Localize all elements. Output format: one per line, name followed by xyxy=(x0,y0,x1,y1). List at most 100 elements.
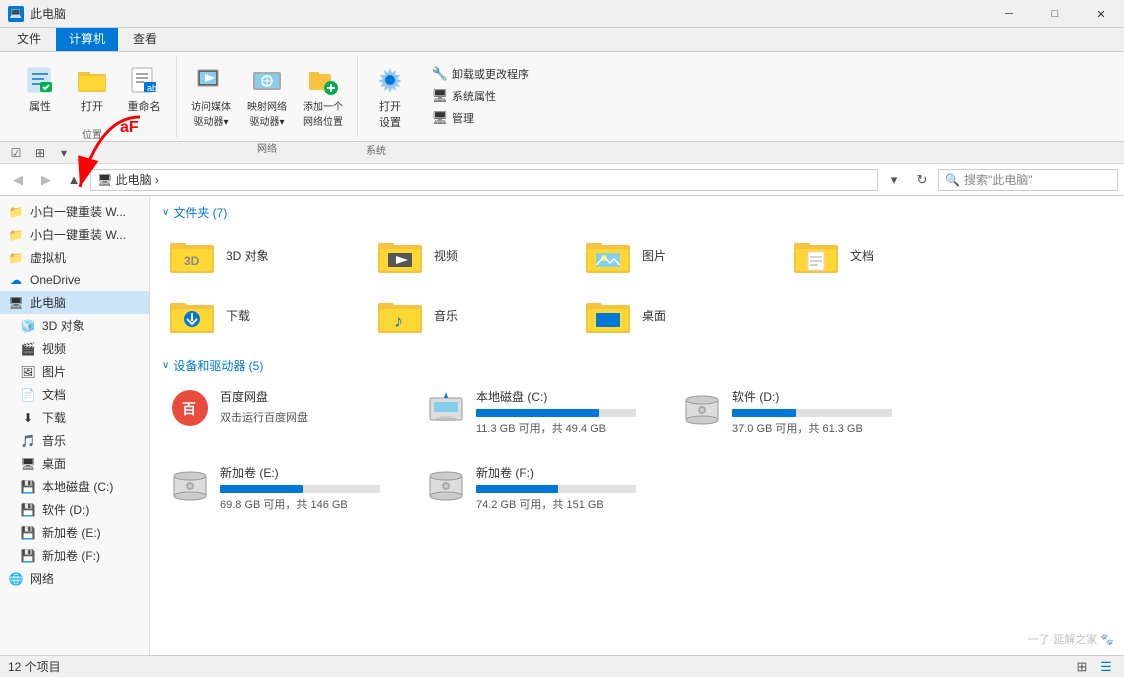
nav-refresh-button[interactable]: ↻ xyxy=(910,168,934,192)
status-view-controls: ⊞ ☰ xyxy=(1072,657,1116,677)
media-icon xyxy=(195,64,227,96)
sidebar-item-doc[interactable]: 📄 文档 xyxy=(0,383,149,406)
folder-item-desktop[interactable]: 桌面 xyxy=(578,289,778,341)
sidebar-label-cdrive: 本地磁盘 (C:) xyxy=(42,478,113,495)
folder-label-video: 视频 xyxy=(434,247,458,264)
sidebar-item-music[interactable]: 🎵 音乐 xyxy=(0,429,149,452)
sidebar-label-fdrive: 新加卷 (F:) xyxy=(42,547,100,564)
ribbon-btn-rename[interactable]: ab 重命名 xyxy=(120,60,168,118)
ribbon-btn-sysinfo[interactable]: 🖥 系统属性 xyxy=(426,86,535,106)
drive-grid: 百 百度网盘 双击运行百度网盘 xyxy=(162,382,1112,518)
add-network-icon xyxy=(307,64,339,96)
qa-checkmark[interactable]: ☑ xyxy=(6,143,26,163)
folder-item-music[interactable]: ♪ 音乐 xyxy=(370,289,570,341)
ribbon: 属性 打开 xyxy=(0,52,1124,142)
sidebar-icon-3d: 🧊 xyxy=(20,318,36,334)
drive-item-d[interactable]: 软件 (D:) 37.0 GB 可用，共 61.3 GB xyxy=(674,382,914,442)
sidebar-item-cdrive[interactable]: 💾 本地磁盘 (C:) xyxy=(0,475,149,498)
tab-file[interactable]: 文件 xyxy=(4,25,54,51)
search-box[interactable]: 🔍 搜索"此电脑" xyxy=(938,169,1118,191)
folder-label-music: 音乐 xyxy=(434,307,458,324)
ribbon-btn-media[interactable]: 访问媒体驱动器▾ xyxy=(185,60,237,132)
folder-icon-desktop xyxy=(586,295,634,335)
ribbon-group-position: 属性 打开 xyxy=(8,56,177,137)
status-item-count: 12 个项目 xyxy=(8,658,61,675)
drive-item-f[interactable]: 新加卷 (F:) 74.2 GB 可用，共 151 GB xyxy=(418,458,658,518)
sidebar-label-ddrive: 软件 (D:) xyxy=(42,501,89,518)
sidebar-item-desktop[interactable]: 🖥 桌面 xyxy=(0,452,149,475)
sidebar-item-video[interactable]: 🎬 视频 xyxy=(0,337,149,360)
sidebar-item-0[interactable]: 📁 小白一键重装 W... xyxy=(0,200,149,223)
close-button[interactable]: ✕ xyxy=(1078,0,1124,28)
drive-sublabel-baidu: 双击运行百度网盘 xyxy=(220,409,394,425)
sidebar-label-download: 下载 xyxy=(42,409,66,426)
ribbon-btn-manage[interactable]: 🖥 管理 xyxy=(426,108,535,128)
title-icon: 💻 xyxy=(8,6,24,22)
nav-back-button[interactable]: ◀ xyxy=(6,168,30,192)
view-btn-grid[interactable]: ⊞ xyxy=(1072,657,1092,677)
sidebar-item-1[interactable]: 📁 小白一键重装 W... xyxy=(0,223,149,246)
drive-item-baidu[interactable]: 百 百度网盘 双击运行百度网盘 xyxy=(162,382,402,442)
address-path[interactable]: 🖥 此电脑 › xyxy=(90,169,878,191)
drive-size-c: 11.3 GB 可用，共 49.4 GB xyxy=(476,420,650,436)
drive-item-c[interactable]: 本地磁盘 (C:) 11.3 GB 可用，共 49.4 GB xyxy=(418,382,658,442)
title-text: 此电脑 xyxy=(30,5,66,22)
sidebar-item-3d[interactable]: 🧊 3D 对象 xyxy=(0,314,149,337)
drive-item-e[interactable]: 新加卷 (E:) 69.8 GB 可用，共 146 GB xyxy=(162,458,402,518)
ribbon-btn-properties[interactable]: 属性 xyxy=(16,60,64,118)
sidebar-label-video: 视频 xyxy=(42,340,66,357)
tab-view[interactable]: 查看 xyxy=(120,25,170,51)
sidebar-item-download[interactable]: ⬇ 下载 xyxy=(0,406,149,429)
sidebar-icon-0: 📁 xyxy=(8,204,24,220)
ribbon-btn-uninstall[interactable]: 🔧 卸载或更改程序 xyxy=(426,64,535,84)
ribbon-btn-add-network[interactable]: 添加一个网络位置 xyxy=(297,60,349,132)
qa-dropdown[interactable]: ▾ xyxy=(54,143,74,163)
ribbon-tabs: 文件 计算机 查看 xyxy=(0,28,1124,52)
sidebar-label-music: 音乐 xyxy=(42,432,66,449)
sidebar-item-onedrive[interactable]: ☁ OneDrive xyxy=(0,269,149,291)
ribbon-group-system: 打开设置 🔧 卸载或更改程序 🖥 系统属性 🖥 管理 系统 xyxy=(358,56,551,137)
ribbon-btn-open[interactable]: 打开 xyxy=(68,60,116,118)
folders-section-header[interactable]: ∨ 文件夹 (7) xyxy=(162,204,1112,221)
sidebar-item-picture[interactable]: 🖼 图片 xyxy=(0,360,149,383)
maximize-button[interactable]: □ xyxy=(1032,0,1078,28)
sidebar-label-thispc: 此电脑 xyxy=(30,294,66,311)
sidebar-item-ddrive[interactable]: 💾 软件 (D:) xyxy=(0,498,149,521)
nav-forward-button[interactable]: ▶ xyxy=(34,168,58,192)
ribbon-btn-settings[interactable]: 打开设置 xyxy=(366,60,414,134)
sidebar-item-2[interactable]: 📁 虚拟机 xyxy=(0,246,149,269)
sidebar-item-edrive[interactable]: 💾 新加卷 (E:) xyxy=(0,521,149,544)
folder-item-doc[interactable]: 文档 xyxy=(786,229,986,281)
minimize-button[interactable]: ─ xyxy=(986,0,1032,28)
nav-expand-button[interactable]: ▾ xyxy=(882,168,906,192)
ribbon-group-items-network: 访问媒体驱动器▾ 映射网络驱动器▾ xyxy=(185,56,349,136)
folder-item-video[interactable]: 视频 xyxy=(370,229,570,281)
sidebar-item-thispc[interactable]: 🖥 此电脑 xyxy=(0,291,149,314)
nav-up-button[interactable]: ▲ xyxy=(62,168,86,192)
sidebar-icon-download: ⬇ xyxy=(20,410,36,426)
ribbon-right-group: 🔧 卸载或更改程序 🖥 系统属性 🖥 管理 xyxy=(418,60,543,132)
view-btn-list[interactable]: ☰ xyxy=(1096,657,1116,677)
ribbon-btn-add-network-label: 添加一个网络位置 xyxy=(303,98,343,128)
sidebar-item-network[interactable]: 🌐 网络 xyxy=(0,567,149,590)
drive-bar-fill-f xyxy=(476,485,558,493)
folder-item-download[interactable]: 下载 xyxy=(162,289,362,341)
drive-name-c: 本地磁盘 (C:) xyxy=(476,388,650,405)
devices-section-header[interactable]: ∨ 设备和驱动器 (5) xyxy=(162,357,1112,374)
folder-item-3d[interactable]: 3D 3D 对象 xyxy=(162,229,362,281)
ribbon-btn-map-drive[interactable]: 映射网络驱动器▾ xyxy=(241,60,293,132)
devices-chevron: ∨ xyxy=(162,360,169,371)
drive-info-e: 新加卷 (E:) 69.8 GB 可用，共 146 GB xyxy=(220,464,394,512)
drive-icon-baidu: 百 xyxy=(170,388,210,428)
sidebar-label-edrive: 新加卷 (E:) xyxy=(42,524,101,541)
devices-section-label: 设备和驱动器 (5) xyxy=(173,357,263,374)
manage-icon: 🖥 xyxy=(432,110,448,126)
tab-computer[interactable]: 计算机 xyxy=(56,25,118,51)
sidebar-item-fdrive[interactable]: 💾 新加卷 (F:) xyxy=(0,544,149,567)
address-bar: ◀ ▶ ▲ 🖥 此电脑 › ▾ ↻ 🔍 搜索"此电脑" xyxy=(0,164,1124,196)
drive-name-baidu: 百度网盘 xyxy=(220,388,394,405)
qa-grid[interactable]: ⊞ xyxy=(30,143,50,163)
folder-item-picture[interactable]: 图片 xyxy=(578,229,778,281)
properties-icon xyxy=(24,64,56,96)
drive-name-d: 软件 (D:) xyxy=(732,388,906,405)
